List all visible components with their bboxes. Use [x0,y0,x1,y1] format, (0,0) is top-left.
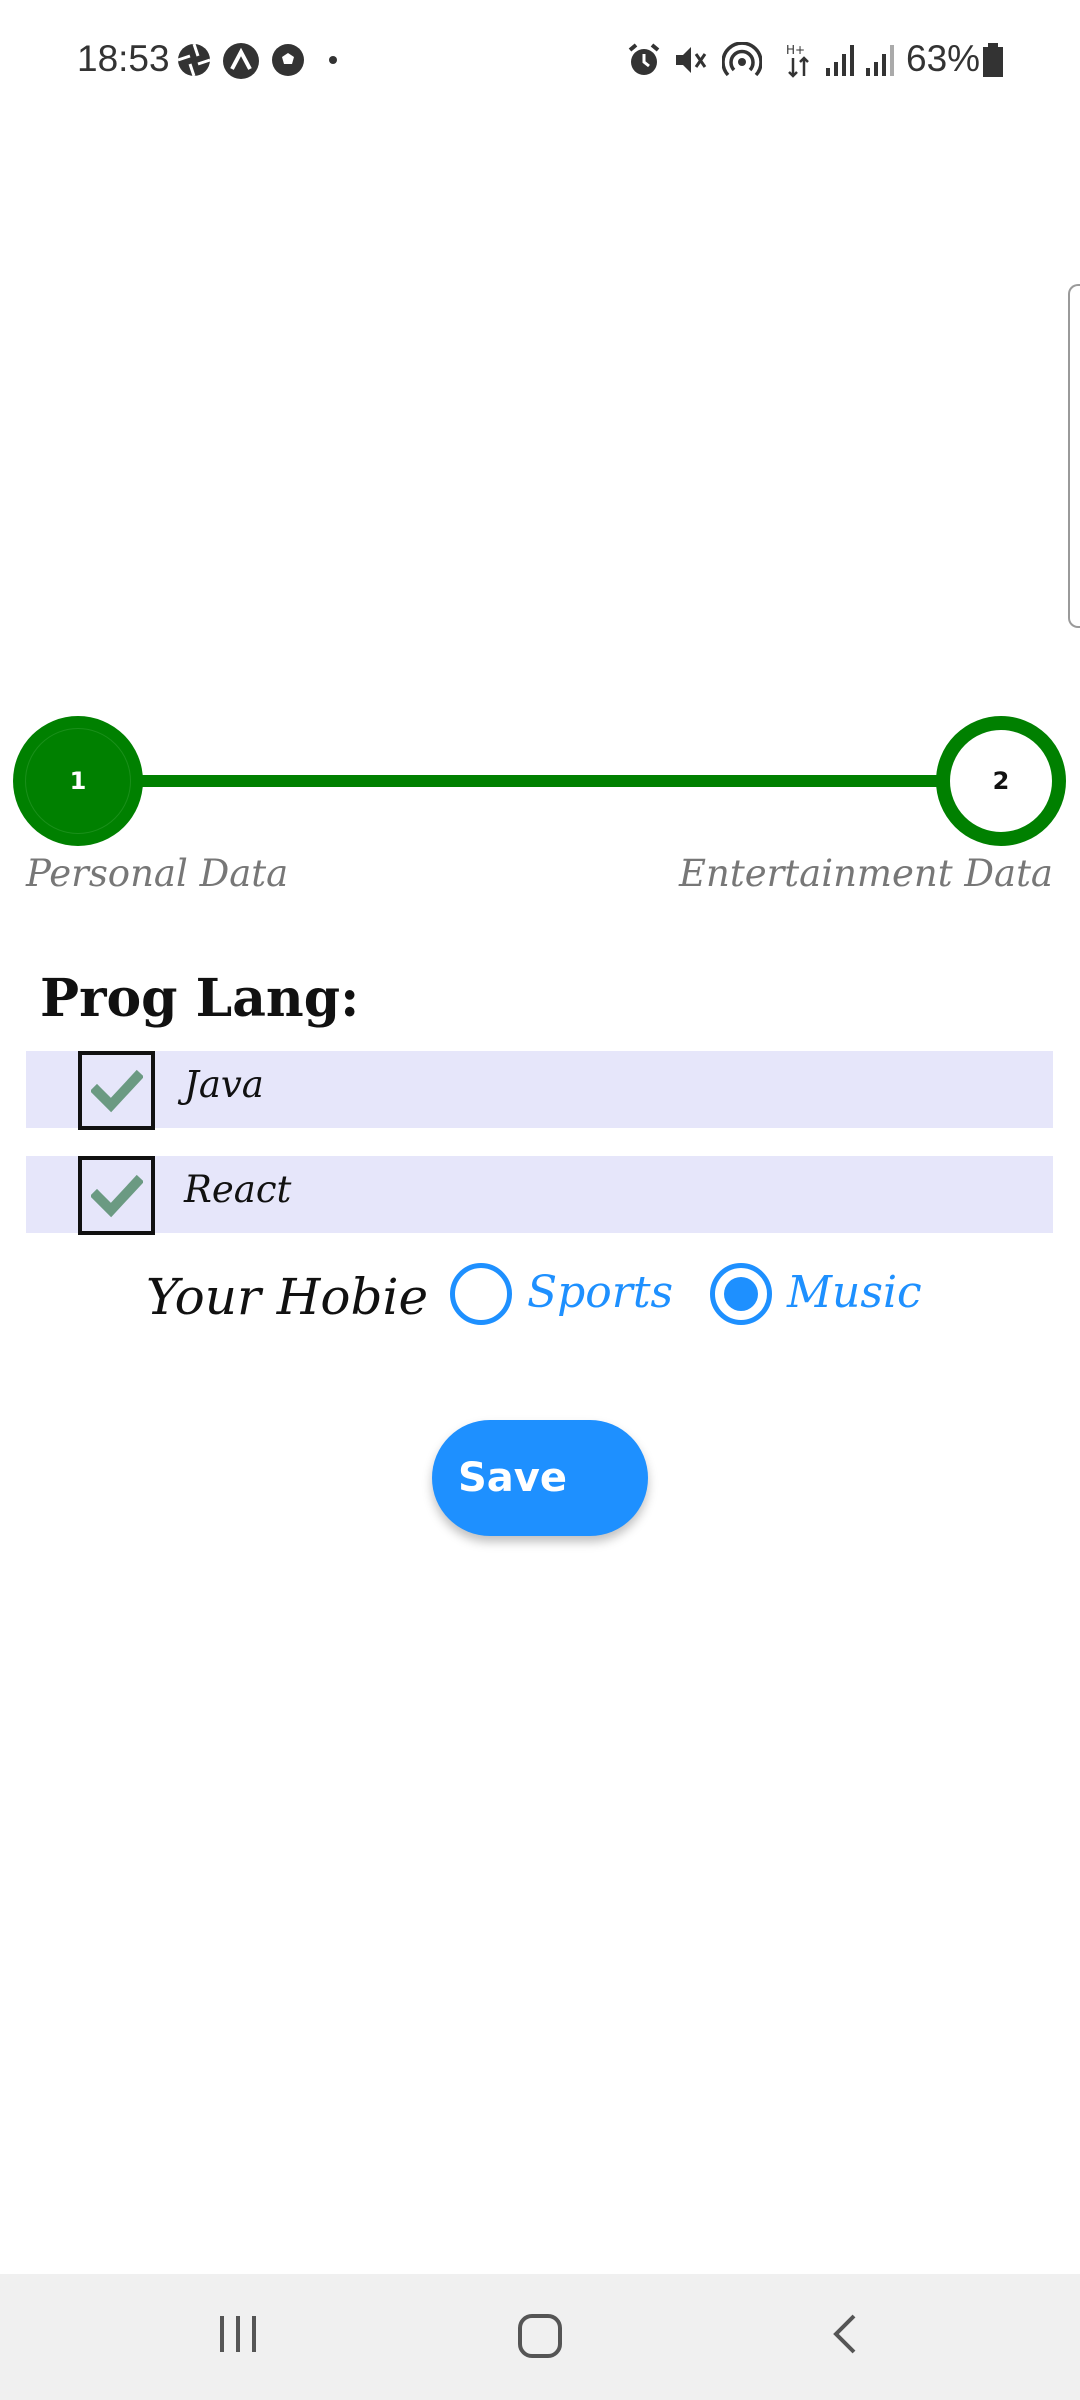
checkmark-icon [90,1174,143,1217]
signal-icon [826,45,854,76]
navigation-bar [0,2274,1080,2400]
stepper-progress-line [140,775,940,787]
step-2-circle[interactable]: 2 [936,716,1066,846]
battery-icon [983,43,1003,77]
checkmark-icon [90,1069,143,1112]
step-1-label: Personal Data [26,852,289,895]
dot-icon [329,56,337,64]
hotspot-icon [722,42,762,77]
hobby-title: Your Hobie [146,1268,429,1326]
status-time: 18:53 [77,38,170,79]
home-icon[interactable] [516,2312,564,2360]
svg-text:H+: H+ [786,43,805,57]
react-checkbox[interactable] [78,1156,155,1235]
save-button[interactable]: Save [432,1420,648,1536]
arch-icon [223,43,259,79]
data-arrows-icon: H+ [786,43,809,78]
alarm-icon [628,43,660,75]
step-2-number: 2 [992,767,1010,795]
battery-percent: 63% [906,38,981,79]
step-1-circle[interactable]: 1 [13,716,143,846]
prog-lang-title: Prog Lang: [40,968,360,1029]
step-2-label: Entertainment Data [679,852,1053,895]
aperture-icon [177,43,211,77]
sports-radio[interactable] [450,1263,512,1325]
music-radio[interactable] [710,1263,772,1325]
soccer-ball-icon [272,44,304,76]
react-label: React [184,1168,292,1211]
music-label[interactable]: Music [787,1267,922,1318]
recent-apps-icon[interactable] [216,2312,260,2356]
step-1-number: 1 [69,767,87,795]
back-icon[interactable] [824,2312,864,2356]
java-checkbox[interactable] [78,1051,155,1130]
mute-icon [676,47,707,73]
checkbox-row-react[interactable]: React [26,1156,1053,1235]
signal-icon [866,45,894,76]
status-bar: 18:53 H+ 63% [0,0,1080,120]
checkbox-row-java[interactable]: Java [26,1051,1053,1130]
java-label: Java [184,1063,264,1106]
scroll-indicator[interactable] [1068,284,1080,628]
sports-label[interactable]: Sports [527,1267,673,1318]
